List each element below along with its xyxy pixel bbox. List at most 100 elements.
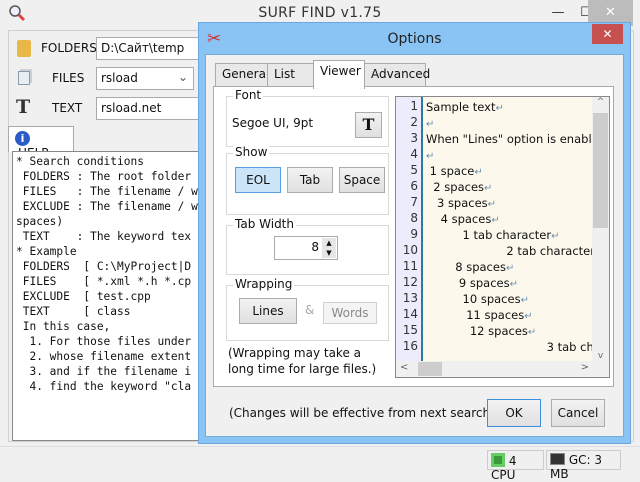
tab-advanced[interactable]: Advanced [364,63,430,87]
status-bar [0,446,640,476]
scroll-right-icon[interactable]: > [581,362,589,373]
tab-help[interactable]: i HELP [8,126,74,160]
text-icon: T [16,96,31,118]
footer-note: (Changes will be effective from next sea… [229,406,499,420]
horizontal-scrollbar[interactable]: < > [396,361,609,377]
wrap-amp: & [305,303,315,317]
viewer-line-text: When "Lines" option is enabled, [426,132,610,146]
viewer-line: 1 tab character↵ [426,228,560,242]
line-number: 2 [410,115,418,129]
wrapping-group: Wrapping Lines & Words [226,277,389,341]
viewer-line-text: Sample text [426,100,496,114]
line-number: 4 [410,147,418,161]
tabwidth-spinbox[interactable]: 8 ▲ ▼ [274,236,338,260]
files-label: FILES [52,71,85,85]
viewer-line-text: 12 spaces [426,324,528,338]
viewer-line: 10 spaces↵ [426,292,529,306]
wrapping-group-title: Wrapping [233,277,295,291]
vertical-scrollbar[interactable]: ^ v [592,97,609,361]
help-line: FILES : The filename / w [16,185,198,198]
viewer-line: 3 spaces↵ [426,196,496,210]
tab-list[interactable]: List [267,63,314,87]
viewer-line-text: 9 spaces [426,276,510,290]
eol-marker-icon: ↵ [524,311,533,322]
eol-marker-icon: ↵ [520,295,529,306]
info-icon: i [15,131,30,146]
viewer-line: ↵ [426,148,434,162]
help-line: 2. whose filename extent [16,350,192,363]
viewer-line: 4 spaces↵ [426,212,500,226]
eol-marker-icon: ↵ [426,151,435,162]
horizontal-scroll-thumb[interactable] [418,362,442,376]
help-line: TEXT [ class [16,305,131,318]
scroll-left-icon[interactable]: < [400,362,408,373]
gc-status: GC: 3 MB [546,450,621,481]
line-number: 11 [402,259,418,273]
viewer-line: ↵ [426,116,434,130]
chevron-down-icon: ⌄ [177,70,188,84]
viewer-line-text: 10 spaces [426,292,521,306]
eol-marker-icon: ↵ [509,279,518,290]
viewer-preview: 1 2 3 4 5 6 7 8 9 10 11 12 13 14 15 16 Sample text↵ ↵ Whe… [395,96,610,378]
spin-up-icon[interactable]: ▲ [322,238,336,248]
tab-toggle[interactable]: Tab [287,167,333,193]
help-line: TEXT : The keyword tex [16,230,192,243]
line-number: 14 [402,307,418,321]
line-number: 10 [402,243,418,257]
folder-icon [17,40,31,57]
help-text: * Search conditions FOLDERS : The root f… [12,151,202,441]
font-value: Segoe UI, 9pt [232,116,314,130]
folders-input[interactable]: D:\Сайт\temp [96,37,206,60]
vertical-scroll-thumb[interactable] [593,113,608,228]
scroll-up-icon[interactable]: ^ [592,97,609,113]
help-line: 3. and if the filename i [16,365,192,378]
help-line: 1. For those files under [16,335,192,348]
tabwidth-group: Tab Width 8 ▲ ▼ [226,217,389,275]
help-line: 4. find the keyword "cla [16,380,192,393]
line-number: 16 [402,339,418,353]
scroll-down-icon[interactable]: v [592,351,609,361]
ok-button[interactable]: OK [487,399,541,427]
cancel-button[interactable]: Cancel [551,399,605,427]
line-number: 13 [402,291,418,305]
eol-marker-icon: ↵ [484,183,493,194]
options-dialog: ✂ Options ✕ General List Viewer Advanced… [198,22,631,444]
eol-marker-icon: ↵ [474,167,483,178]
monitor-icon [550,453,565,465]
help-line: FOLDERS : The root folder [16,170,192,183]
text-input[interactable]: rsload.net [96,97,206,120]
files-icon [18,71,30,85]
viewer-line: 3 tab characters [426,340,609,354]
viewer-line-text: 11 spaces [426,308,525,322]
line-number: 8 [410,211,418,225]
line-number: 6 [410,179,418,193]
dialog-title: Options [387,31,442,47]
viewer-line: 12 spaces↵ [426,324,536,338]
viewer-line: Sample text↵ [426,100,504,114]
tabwidth-value: 8 [311,240,319,254]
space-toggle[interactable]: Space [339,167,385,193]
eol-marker-icon: ↵ [491,215,500,226]
font-group-title: Font [233,88,264,102]
eol-marker-icon: ↵ [527,327,537,338]
line-number: 15 [402,323,418,337]
font-picker-button[interactable]: T [355,112,382,138]
viewer-line: 9 spaces↵ [426,276,518,290]
wrap-words-button[interactable]: Words [323,302,377,324]
eol-marker-icon: ↵ [495,103,504,114]
cpu-status: 4 CPU [487,450,544,482]
spin-down-icon[interactable]: ▼ [322,248,336,258]
wrap-lines-button[interactable]: Lines [239,298,297,324]
dialog-close-button[interactable]: ✕ [592,24,623,44]
tab-general[interactable]: General [215,63,269,87]
viewer-line: When "Lines" option is enabled, [426,132,610,146]
files-combobox[interactable]: rsload ⌄ [96,67,194,90]
dialog-client: General List Viewer Advanced Font Segoe … [205,54,624,437]
files-value: rsload [101,71,138,85]
help-line: EXCLUDE : The filename / w [16,200,198,213]
eol-toggle[interactable]: EOL [235,167,281,193]
tab-viewer[interactable]: Viewer [313,60,365,89]
viewer-line-text: 1 tab character [426,228,552,242]
viewer-line-text: 1 space [426,164,475,178]
line-number: 1 [410,99,418,113]
